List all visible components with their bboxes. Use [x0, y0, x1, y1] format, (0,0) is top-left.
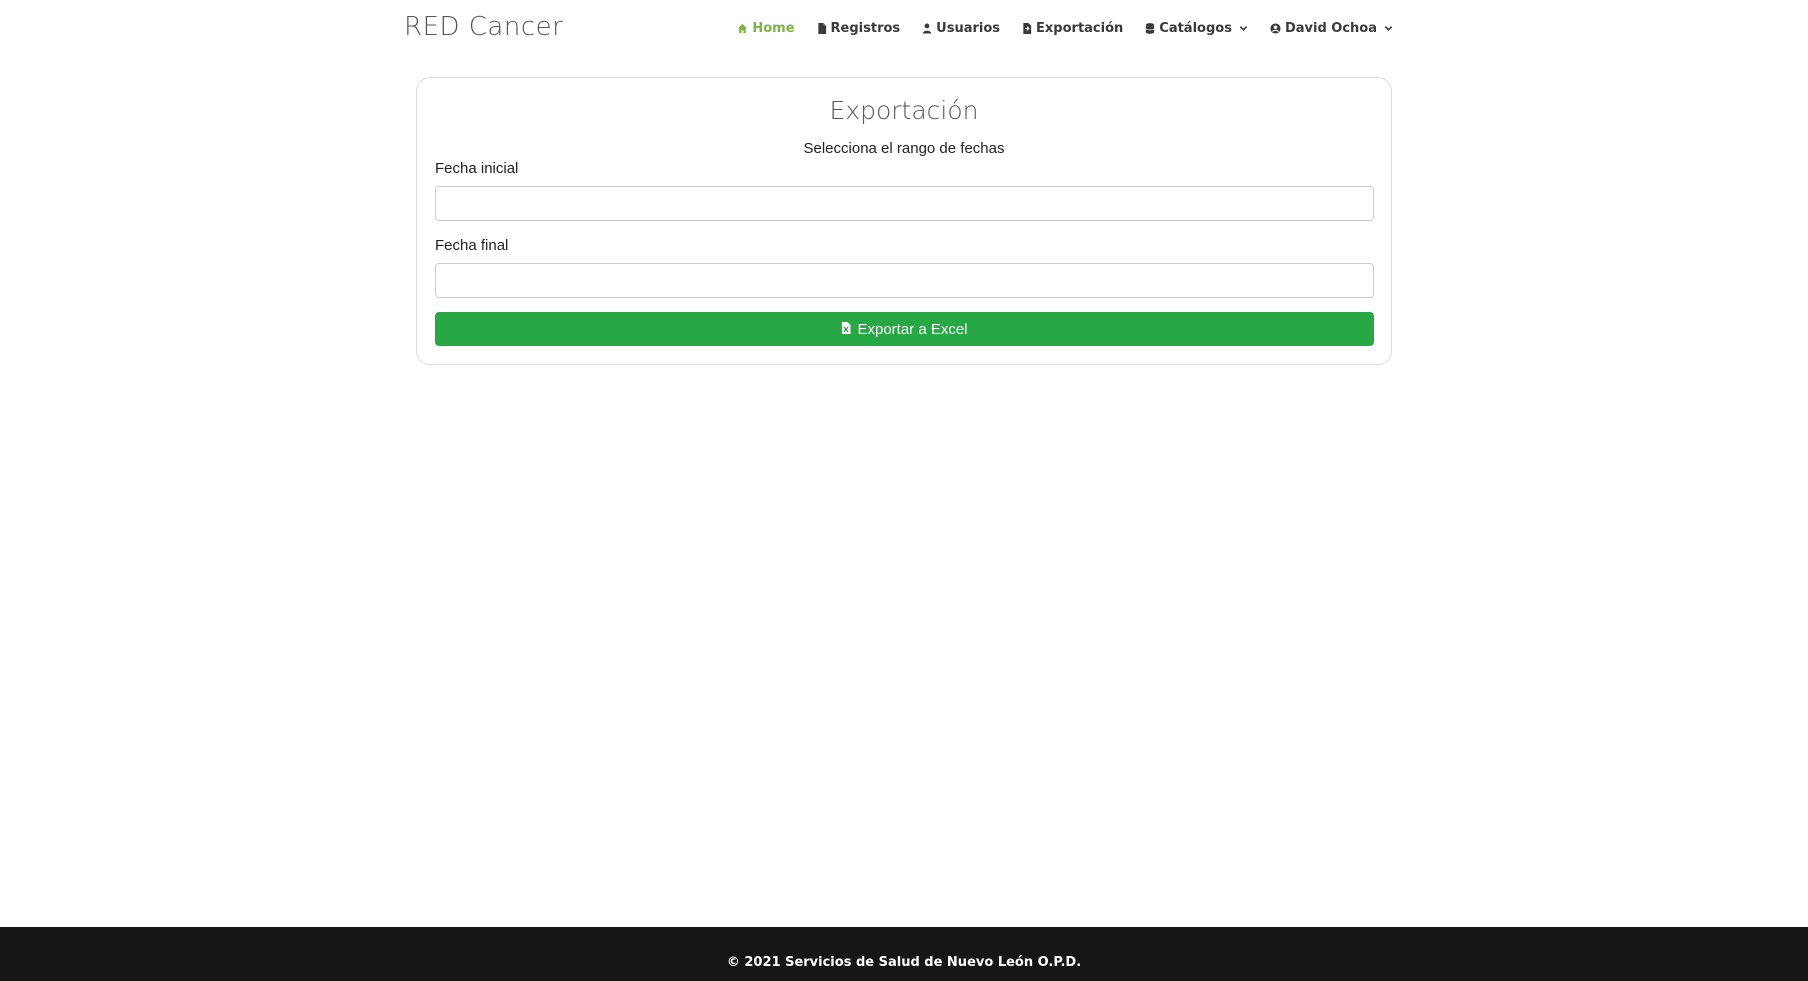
page: RED Cancer Home Registros Usuarios Expor… — [0, 0, 1808, 981]
chevron-down-icon — [1384, 24, 1393, 33]
user-circle-icon — [1270, 23, 1281, 34]
nav-usuarios-label: Usuarios — [936, 21, 1001, 36]
card-subtitle: Selecciona el rango de fechas — [803, 140, 1005, 157]
nav-catalogos-label: Catálogos — [1159, 21, 1232, 36]
start-date-label: Fecha inicial — [435, 160, 519, 177]
nav-home-label: Home — [752, 21, 795, 36]
page-title: Exportación — [829, 96, 979, 125]
start-date-input[interactable] — [435, 186, 1374, 221]
nav-catalogos[interactable]: Catálogos — [1145, 21, 1248, 36]
user-icon — [922, 23, 932, 34]
file-icon — [817, 23, 827, 34]
nav-registros-label: Registros — [830, 21, 901, 36]
file-export-icon — [1022, 23, 1032, 34]
chevron-down-icon — [1239, 24, 1248, 33]
export-card: Exportación Selecciona el rango de fecha… — [416, 77, 1392, 365]
nav-exportacion[interactable]: Exportación — [1022, 21, 1123, 36]
nav-user-label: David Ochoa — [1284, 21, 1377, 36]
footer: © 2021 Servicios de Salud de Nuevo León … — [0, 927, 1808, 981]
main-nav: Home Registros Usuarios Exportación Catá… — [737, 21, 1393, 36]
home-icon — [737, 23, 748, 34]
database-icon — [1145, 23, 1155, 34]
export-excel-button[interactable]: Exportar a Excel — [435, 312, 1374, 346]
navbar: RED Cancer Home Registros Usuarios Expor… — [0, 0, 1808, 60]
file-excel-icon — [841, 321, 851, 338]
footer-copyright: © 2021 Servicios de Salud de Nuevo León … — [726, 955, 1082, 970]
brand-logo[interactable]: RED Cancer — [404, 12, 563, 42]
nav-registros[interactable]: Registros — [817, 21, 901, 36]
end-date-label: Fecha final — [435, 237, 509, 254]
nav-home[interactable]: Home — [737, 21, 795, 36]
nav-user-menu[interactable]: David Ochoa — [1270, 21, 1393, 36]
nav-exportacion-label: Exportación — [1036, 21, 1124, 36]
nav-usuarios[interactable]: Usuarios — [922, 21, 1000, 36]
export-button-label: Exportar a Excel — [857, 320, 968, 338]
end-date-input[interactable] — [435, 263, 1374, 298]
